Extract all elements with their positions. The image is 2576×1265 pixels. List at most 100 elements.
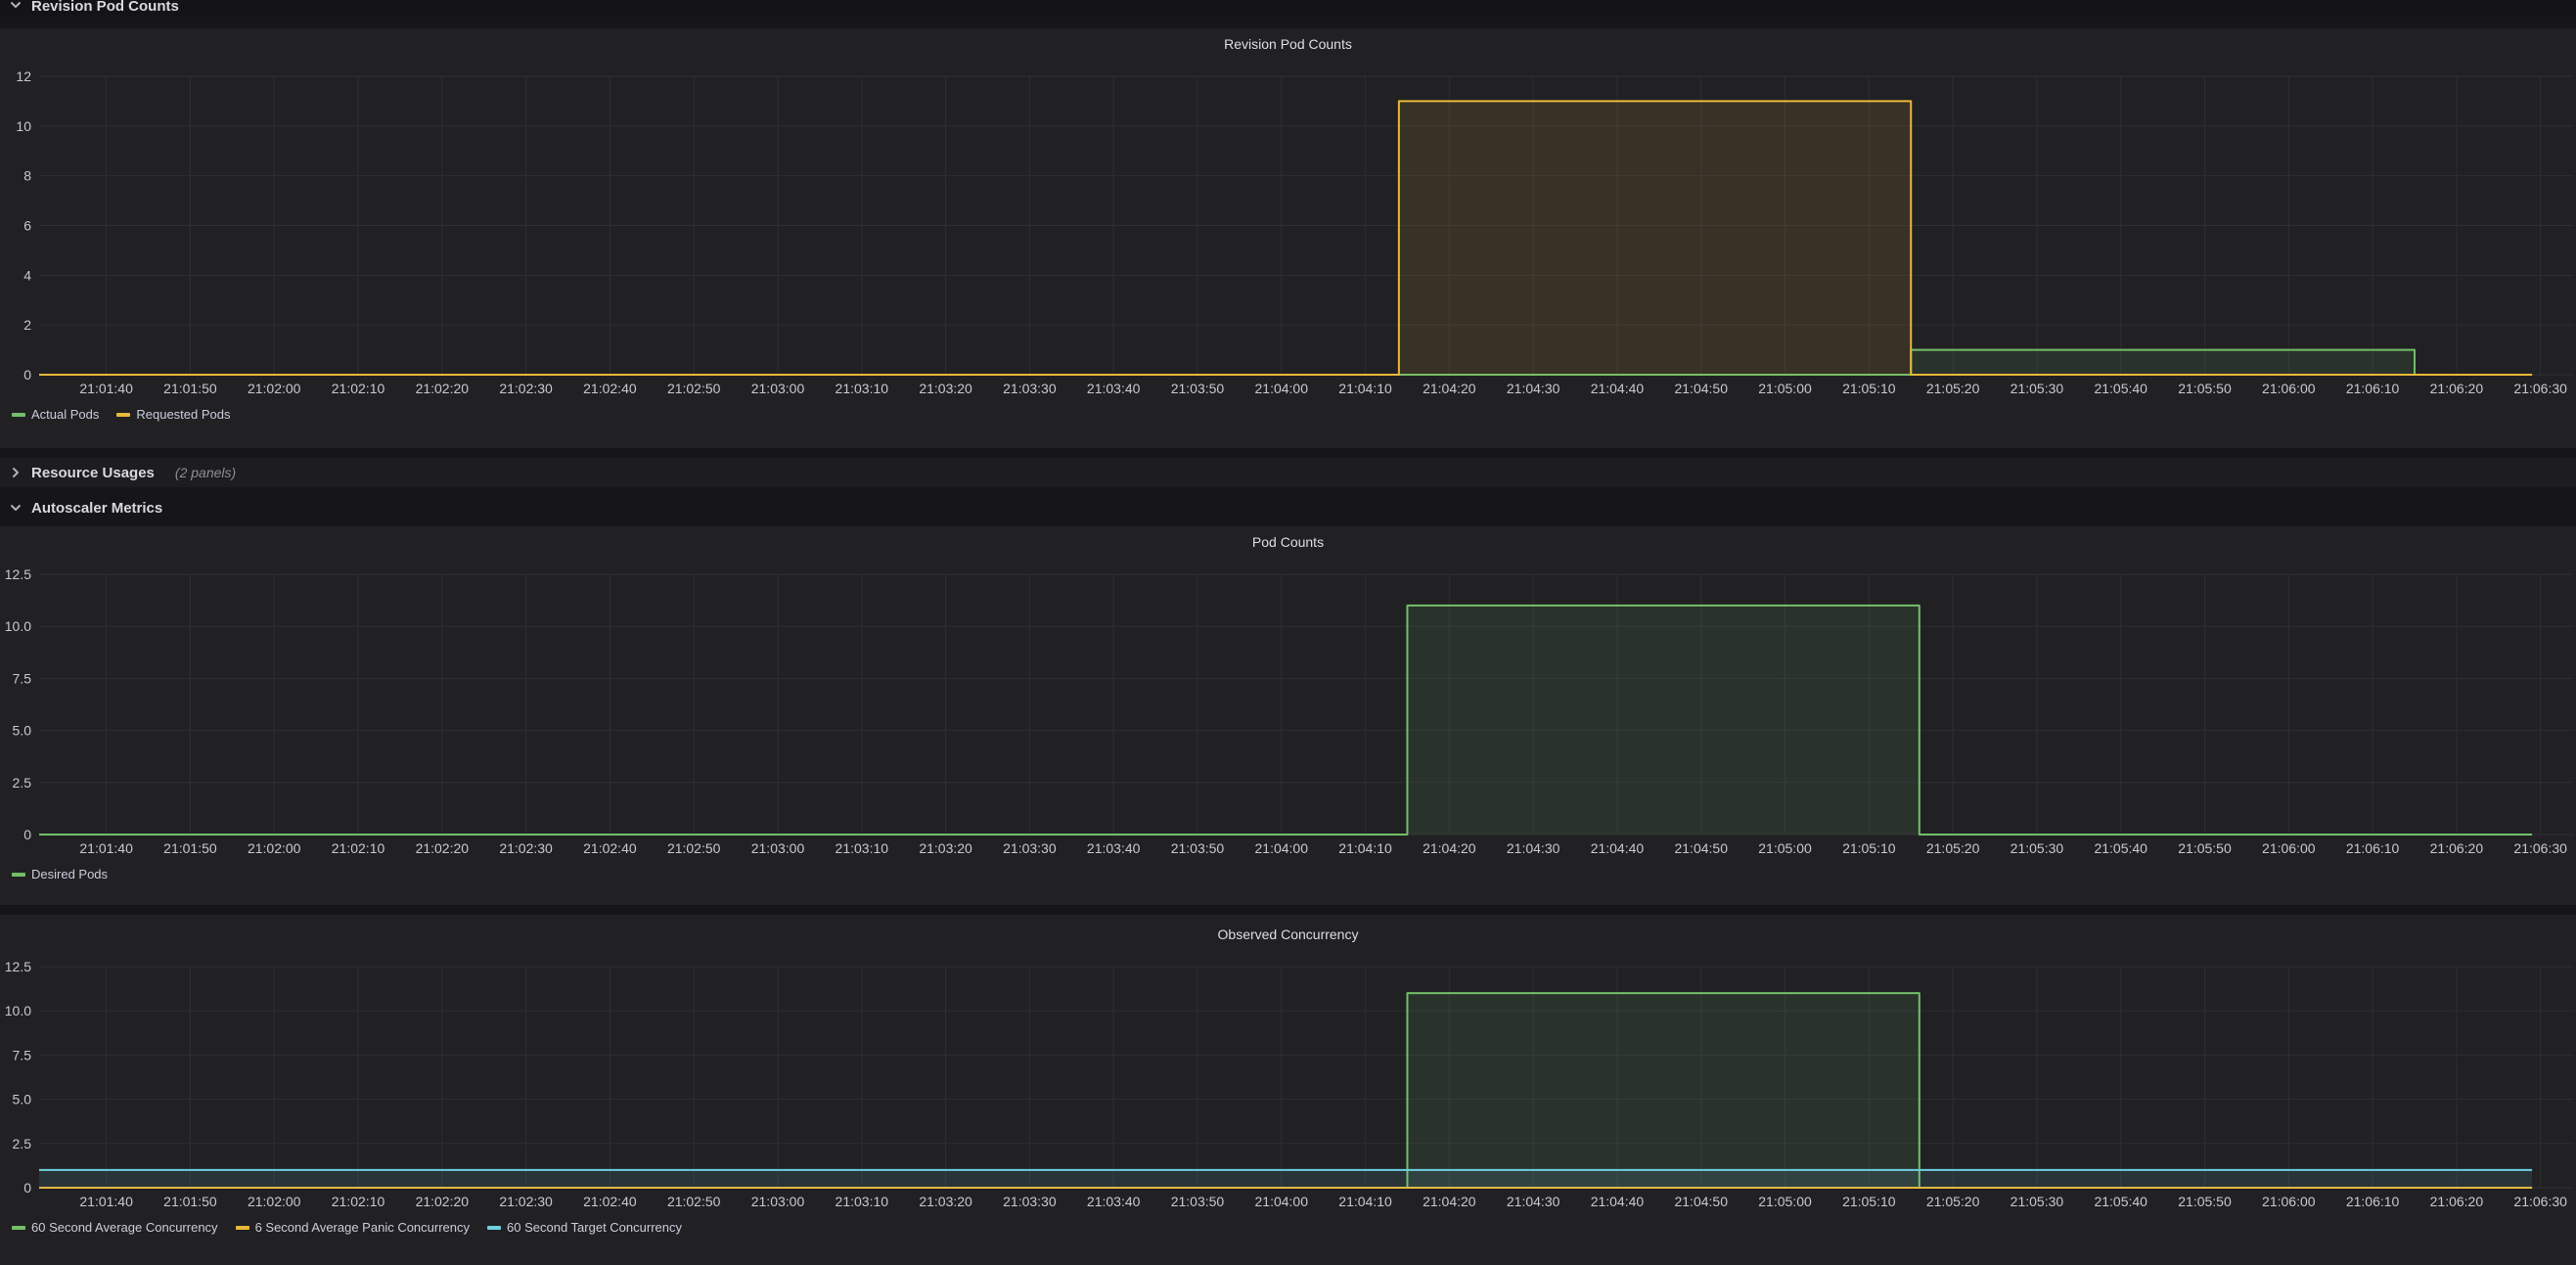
x-axis-label: 21:02:20 (416, 840, 470, 856)
x-axis-label: 21:02:50 (667, 381, 721, 396)
y-axis-label: 5.0 (13, 1092, 32, 1107)
x-axis-label: 21:05:50 (2178, 840, 2232, 856)
x-axis-label: 21:02:40 (583, 840, 637, 856)
x-axis-label: 21:04:30 (1507, 1194, 1560, 1209)
x-axis-label: 21:03:20 (919, 840, 972, 856)
x-axis-label: 21:04:50 (1674, 840, 1728, 856)
x-axis-label: 21:03:40 (1087, 840, 1141, 856)
x-axis-label: 21:02:50 (667, 1194, 721, 1209)
legend-color-icon (12, 1226, 25, 1230)
chevron-right-icon (9, 466, 23, 479)
x-axis-label: 21:05:30 (2011, 1194, 2064, 1209)
legend-item[interactable]: Actual Pods (12, 407, 99, 422)
legend-label: 60 Second Average Concurrency (31, 1220, 218, 1235)
x-axis-label: 21:04:10 (1338, 1194, 1392, 1209)
x-axis-label: 21:06:20 (2430, 381, 2484, 396)
series-fill (39, 993, 2532, 1188)
y-axis-label: 0 (23, 1180, 31, 1196)
row-header-resource-usages[interactable]: Resource Usages (2 panels) (0, 458, 2576, 487)
x-axis-label: 21:03:10 (836, 381, 889, 396)
grafana-dashboard: Revision Pod Counts Revision Pod Counts … (0, 0, 2576, 1265)
panel-revision-pod-counts: Revision Pod Counts 02468101221:01:4021:… (0, 28, 2576, 448)
legend-item[interactable]: Requested Pods (116, 407, 230, 422)
series-line (39, 993, 2532, 1188)
panel-title[interactable]: Pod Counts (0, 526, 2576, 554)
x-axis-label: 21:02:20 (416, 381, 470, 396)
row-title: Revision Pod Counts (31, 0, 179, 15)
x-axis-label: 21:06:00 (2262, 1194, 2316, 1209)
x-axis-label: 21:06:20 (2430, 840, 2484, 856)
chevron-down-icon (9, 501, 23, 515)
x-axis-label: 21:03:40 (1087, 1194, 1141, 1209)
x-axis-label: 21:04:20 (1423, 1194, 1476, 1209)
legend: 60 Second Average Concurrency 6 Second Av… (0, 1213, 2576, 1235)
x-axis-label: 21:04:30 (1507, 840, 1560, 856)
x-axis-label: 21:06:00 (2262, 840, 2316, 856)
x-axis-label: 21:03:10 (836, 1194, 889, 1209)
y-axis-label: 0 (23, 367, 31, 383)
x-axis-label: 21:06:00 (2262, 381, 2316, 396)
x-axis-label: 21:04:50 (1674, 1194, 1728, 1209)
legend-item[interactable]: 6 Second Average Panic Concurrency (236, 1220, 470, 1235)
x-axis-label: 21:03:00 (751, 840, 805, 856)
x-axis-label: 21:02:50 (667, 840, 721, 856)
pod-counts-chart[interactable]: 02.55.07.510.012.521:01:4021:01:5021:02:… (0, 554, 2576, 860)
x-axis-label: 21:03:00 (751, 381, 805, 396)
legend-label: 6 Second Average Panic Concurrency (255, 1220, 470, 1235)
x-axis-label: 21:04:00 (1255, 1194, 1309, 1209)
x-axis-label: 21:01:40 (79, 840, 133, 856)
y-axis-label: 10 (16, 118, 31, 134)
legend-item[interactable]: Desired Pods (12, 867, 108, 881)
y-axis-label: 5.0 (13, 723, 32, 739)
series-fill (39, 606, 2532, 835)
x-axis-label: 21:01:50 (163, 381, 217, 396)
y-axis-label: 10.0 (5, 618, 31, 634)
legend-color-icon (236, 1226, 249, 1230)
x-axis-label: 21:03:30 (1003, 381, 1057, 396)
x-axis-label: 21:05:10 (1842, 1194, 1896, 1209)
row-header-revision-pod-counts[interactable]: Revision Pod Counts (0, 0, 2576, 16)
chevron-down-icon (9, 0, 23, 12)
x-axis-label: 21:06:30 (2513, 1194, 2567, 1209)
panel-title[interactable]: Observed Concurrency (0, 915, 2576, 946)
y-axis-label: 7.5 (13, 670, 32, 686)
y-axis-label: 4 (23, 267, 31, 283)
panel-pod-counts: Pod Counts 02.55.07.510.012.521:01:4021:… (0, 526, 2576, 905)
x-axis-label: 21:02:20 (416, 1194, 470, 1209)
x-axis-label: 21:02:10 (332, 381, 385, 396)
series-fill (39, 350, 2532, 375)
y-axis-label: 12 (16, 68, 31, 84)
x-axis-label: 21:03:50 (1171, 381, 1225, 396)
x-axis-label: 21:04:20 (1423, 381, 1476, 396)
x-axis-label: 21:05:00 (1758, 381, 1812, 396)
legend-color-icon (487, 1226, 501, 1230)
legend-item[interactable]: 60 Second Average Concurrency (12, 1220, 218, 1235)
x-axis-label: 21:02:00 (248, 840, 301, 856)
x-axis-label: 21:05:50 (2178, 381, 2232, 396)
x-axis-label: 21:04:40 (1591, 381, 1645, 396)
legend-item[interactable]: 60 Second Target Concurrency (487, 1220, 682, 1235)
x-axis-label: 21:03:30 (1003, 840, 1057, 856)
x-axis-label: 21:01:40 (79, 381, 133, 396)
revision-pod-counts-chart[interactable]: 02468101221:01:4021:01:5021:02:0021:02:1… (0, 56, 2576, 400)
row-header-autoscaler-metrics[interactable]: Autoscaler Metrics (0, 495, 2576, 520)
series-fill (39, 101, 2532, 375)
y-axis-label: 6 (23, 218, 31, 234)
x-axis-label: 21:06:10 (2346, 840, 2400, 856)
x-axis-label: 21:04:40 (1591, 840, 1645, 856)
x-axis-label: 21:05:30 (2011, 381, 2064, 396)
legend: Desired Pods (0, 860, 2576, 881)
y-axis-label: 2.5 (13, 775, 32, 791)
x-axis-label: 21:04:30 (1507, 381, 1560, 396)
observed-concurrency-chart[interactable]: 02.55.07.510.012.521:01:4021:01:5021:02:… (0, 946, 2576, 1213)
x-axis-label: 21:05:00 (1758, 840, 1812, 856)
x-axis-label: 21:05:40 (2094, 1194, 2147, 1209)
panel-title[interactable]: Revision Pod Counts (0, 28, 2576, 56)
legend-label: Actual Pods (31, 407, 99, 422)
x-axis-label: 21:02:00 (248, 1194, 301, 1209)
x-axis-label: 21:02:30 (499, 840, 553, 856)
x-axis-label: 21:06:10 (2346, 1194, 2400, 1209)
x-axis-label: 21:05:40 (2094, 840, 2147, 856)
legend-label: Desired Pods (31, 867, 108, 881)
x-axis-label: 21:05:30 (2011, 840, 2064, 856)
